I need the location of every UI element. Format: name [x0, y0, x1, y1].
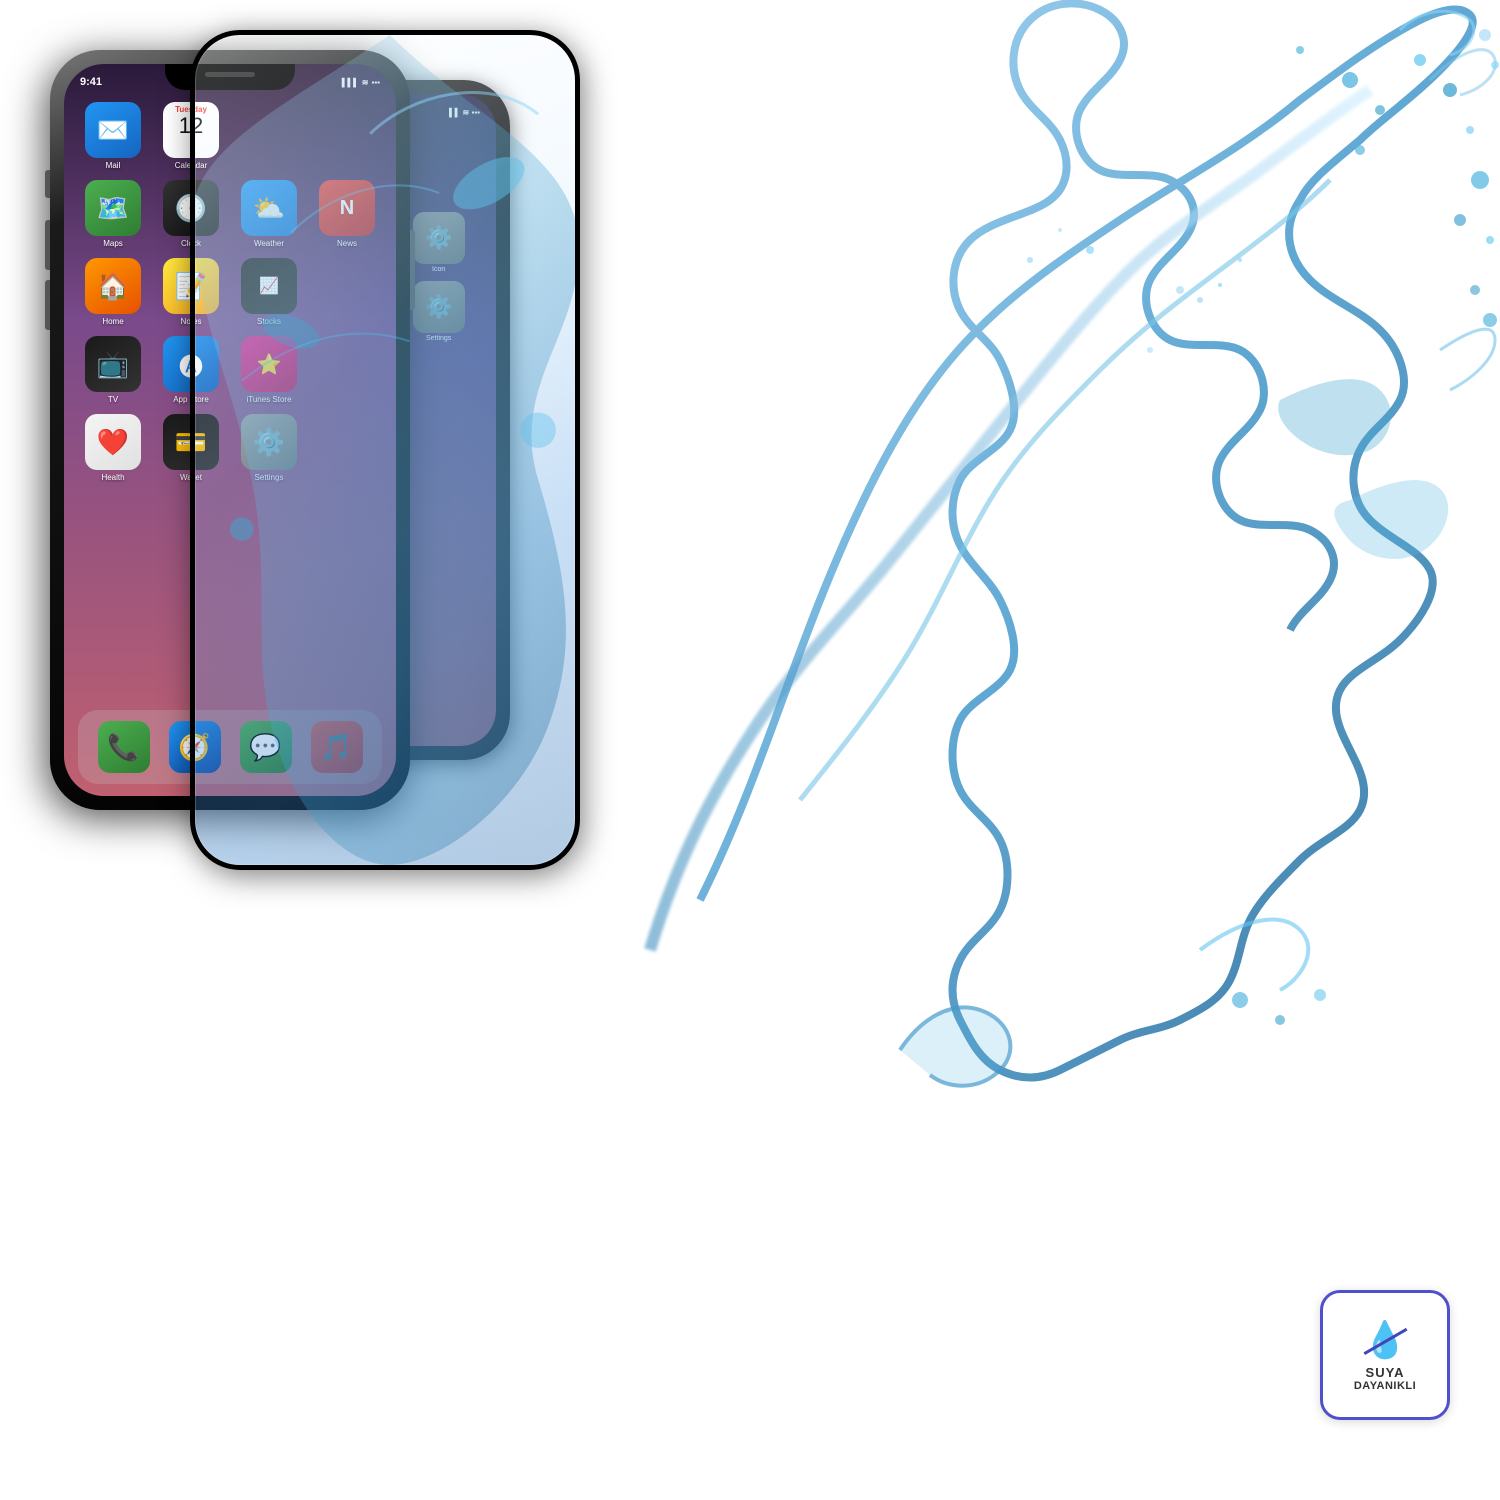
badge-line1: SUYA [1366, 1365, 1405, 1380]
glass-highlight [195, 35, 575, 865]
badge-line2: DAYANIKLI [1354, 1380, 1416, 1392]
dock-phone[interactable]: 📞 [98, 721, 150, 773]
home-label: Home [102, 317, 123, 326]
product-scene: 9:41 ▌▌ ≋ ▪▪▪ 🌈 Photos 📷 Camera [0, 0, 1500, 1500]
screen-protector [190, 30, 580, 870]
status-time: 9:41 [80, 76, 102, 88]
app-mail[interactable]: ✉️ Mail [81, 102, 145, 170]
maps-label: Maps [103, 239, 123, 248]
mail-label: Mail [106, 161, 121, 170]
tv-label: TV [108, 395, 118, 404]
health-icon: ❤️ [85, 414, 141, 470]
glass-surface [190, 30, 580, 870]
app-home[interactable]: 🏠 Home [81, 258, 145, 326]
volume-up-button[interactable] [45, 220, 50, 270]
dock-phone-icon: 📞 [98, 721, 150, 773]
water-splash-svg [600, 0, 1500, 1100]
app-maps[interactable]: 🗺️ Maps [81, 180, 145, 248]
tv-icon: 📺 [85, 336, 141, 392]
mail-icon: ✉️ [85, 102, 141, 158]
home-icon: 🏠 [85, 258, 141, 314]
water-splash [600, 0, 1500, 1100]
mute-button[interactable] [45, 170, 50, 198]
maps-icon: 🗺️ [85, 180, 141, 236]
health-label: Health [101, 473, 124, 482]
water-resistant-badge: 💧 SUYA DAYANIKLI [1320, 1290, 1450, 1420]
water-drop-icon: 💧 [1363, 1319, 1408, 1361]
app-tv[interactable]: 📺 TV [81, 336, 145, 404]
app-health[interactable]: ❤️ Health [81, 414, 145, 482]
volume-down-button[interactable] [45, 280, 50, 330]
